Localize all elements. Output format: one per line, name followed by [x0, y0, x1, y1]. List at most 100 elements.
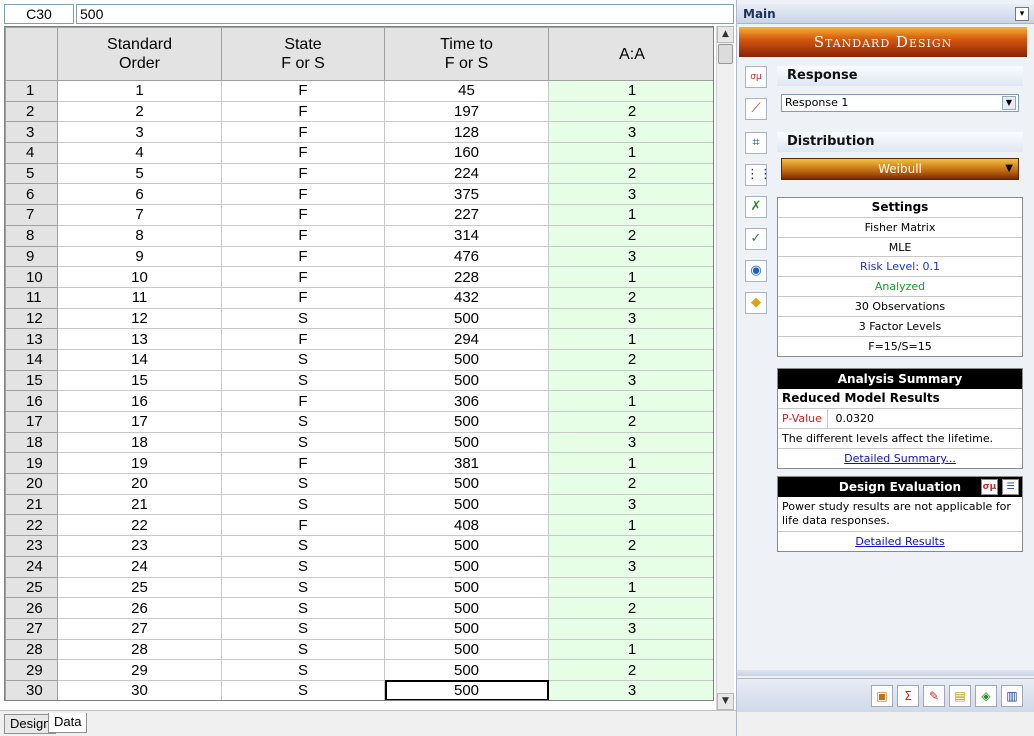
book-icon[interactable]: ▥	[1001, 685, 1023, 707]
row-header[interactable]: 2	[5, 100, 58, 123]
time-cell[interactable]: 375	[384, 183, 549, 206]
row-header[interactable]: 25	[5, 576, 58, 599]
scroll-thumb[interactable]	[718, 44, 733, 64]
vertical-scrollbar[interactable]: ▲ ▼	[716, 26, 734, 710]
factor-a-cell[interactable]: 3	[548, 555, 713, 578]
standard-order-cell[interactable]: 28	[57, 638, 222, 661]
state-cell[interactable]: S	[221, 473, 385, 495]
detailed-results-link[interactable]: Detailed Results	[778, 532, 1022, 551]
time-cell[interactable]: 500	[384, 473, 549, 495]
row-header[interactable]: 15	[5, 369, 58, 392]
factor-a-cell[interactable]: 2	[548, 286, 713, 309]
factor-a-cell[interactable]: 3	[548, 679, 713, 700]
row-header[interactable]: 29	[5, 659, 58, 681]
row-header[interactable]: 9	[5, 245, 58, 268]
factor-a-cell[interactable]: 2	[548, 348, 713, 371]
standard-order-cell[interactable]: 6	[57, 183, 222, 206]
factor-a-cell[interactable]: 3	[548, 183, 713, 206]
state-cell[interactable]: F	[221, 121, 385, 144]
factor-a-cell[interactable]: 3	[548, 245, 713, 268]
analysis-icon[interactable]: ✎	[923, 685, 945, 707]
standard-order-cell[interactable]: 23	[57, 535, 222, 557]
row-header[interactable]: 14	[5, 348, 58, 371]
time-cell[interactable]: 500	[384, 617, 549, 640]
row-header[interactable]: 28	[5, 638, 58, 661]
row-header[interactable]: 18	[5, 431, 58, 454]
factor-a-cell[interactable]: 3	[548, 369, 713, 392]
standard-order-cell[interactable]: 4	[57, 142, 222, 164]
factor-a-cell[interactable]: 1	[548, 390, 713, 412]
settings-method[interactable]: Fisher Matrix	[778, 218, 1022, 238]
column-header-factor-a[interactable]: A:A	[548, 27, 713, 81]
time-cell[interactable]: 500	[384, 555, 549, 578]
factor-a-cell[interactable]: 1	[548, 328, 713, 350]
factor-a-cell[interactable]: 2	[548, 535, 713, 557]
state-cell[interactable]: F	[221, 452, 385, 475]
factor-a-cell[interactable]: 3	[548, 307, 713, 330]
factor-a-cell[interactable]: 1	[548, 142, 713, 164]
scroll-up-arrow-icon[interactable]: ▲	[717, 26, 734, 43]
time-cell[interactable]: 228	[384, 266, 549, 288]
factor-a-cell[interactable]: 3	[548, 617, 713, 640]
state-cell[interactable]: S	[221, 679, 385, 700]
time-cell[interactable]: 224	[384, 162, 549, 185]
tab-data[interactable]: Data	[48, 713, 88, 733]
row-header[interactable]: 16	[5, 390, 58, 412]
info-icon[interactable]: ◉	[745, 260, 767, 282]
time-cell[interactable]: 500	[384, 411, 549, 433]
time-cell[interactable]: 432	[384, 286, 549, 309]
row-header[interactable]: 10	[5, 266, 58, 288]
factor-a-cell[interactable]: 3	[548, 431, 713, 454]
cell-value-input[interactable]: 500	[76, 4, 734, 24]
standard-order-cell[interactable]: 3	[57, 121, 222, 144]
row-header[interactable]: 20	[5, 473, 58, 495]
state-cell[interactable]: S	[221, 659, 385, 681]
row-header[interactable]: 19	[5, 452, 58, 475]
column-header-state[interactable]: State F or S	[221, 27, 385, 81]
standard-order-cell[interactable]: 26	[57, 597, 222, 619]
model-icon[interactable]: ✗	[745, 196, 767, 218]
column-header-time[interactable]: Time to F or S	[384, 27, 549, 81]
state-cell[interactable]: F	[221, 224, 385, 247]
settings-risk-level[interactable]: Risk Level: 0.1	[778, 257, 1022, 278]
state-cell[interactable]: S	[221, 617, 385, 640]
row-header[interactable]: 6	[5, 183, 58, 206]
time-cell[interactable]: 500	[384, 659, 549, 681]
time-cell[interactable]: 227	[384, 204, 549, 226]
calculate-icon[interactable]: ▣	[871, 685, 893, 707]
state-cell[interactable]: F	[221, 183, 385, 206]
time-cell[interactable]: 381	[384, 452, 549, 475]
row-header[interactable]: 22	[5, 514, 58, 537]
corner-header[interactable]	[5, 27, 58, 81]
time-cell[interactable]: 500	[384, 535, 549, 557]
time-cell[interactable]: 500	[384, 597, 549, 619]
time-cell[interactable]: 500	[384, 431, 549, 454]
standard-order-cell[interactable]: 15	[57, 369, 222, 392]
row-header[interactable]: 26	[5, 597, 58, 619]
standard-order-cell[interactable]: 5	[57, 162, 222, 185]
checklist-icon[interactable]: ✓	[745, 228, 767, 250]
row-header[interactable]: 8	[5, 224, 58, 247]
time-cell[interactable]: 294	[384, 328, 549, 350]
factor-a-cell[interactable]: 1	[548, 638, 713, 661]
standard-order-cell[interactable]: 13	[57, 328, 222, 350]
standard-order-cell[interactable]: 21	[57, 493, 222, 516]
factor-a-cell[interactable]: 2	[548, 411, 713, 433]
state-cell[interactable]: S	[221, 576, 385, 599]
state-cell[interactable]: S	[221, 431, 385, 454]
factor-a-cell[interactable]: 2	[548, 597, 713, 619]
state-cell[interactable]: S	[221, 348, 385, 371]
state-cell[interactable]: F	[221, 100, 385, 123]
row-header[interactable]: 3	[5, 121, 58, 144]
time-cell[interactable]: 500	[384, 638, 549, 661]
scroll-down-arrow-icon[interactable]: ▼	[717, 693, 734, 710]
state-cell[interactable]: F	[221, 245, 385, 268]
state-cell[interactable]: S	[221, 411, 385, 433]
distribution-dropdown[interactable]: Weibull ▼	[781, 158, 1019, 180]
row-header[interactable]: 12	[5, 307, 58, 330]
factor-a-cell[interactable]: 1	[548, 80, 713, 102]
time-cell[interactable]: 314	[384, 224, 549, 247]
standard-order-cell[interactable]: 8	[57, 224, 222, 247]
standard-order-cell[interactable]: 27	[57, 617, 222, 640]
factor-a-cell[interactable]: 2	[548, 473, 713, 495]
